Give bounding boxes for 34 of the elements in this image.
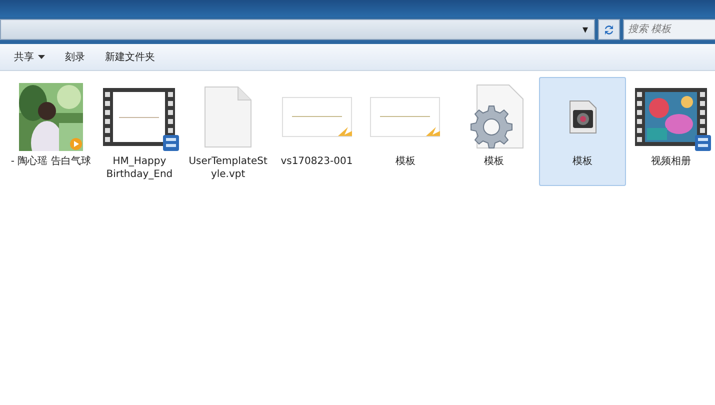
file-name: HM_Happy Birthday_End bbox=[105, 155, 174, 181]
file-item[interactable]: 视频相册 bbox=[627, 77, 715, 186]
toolbar-button[interactable]: 新建文件夹 bbox=[97, 47, 163, 67]
caret-icon bbox=[38, 55, 45, 59]
blank-document-icon bbox=[204, 86, 252, 148]
file-item[interactable]: vs170823-001 bbox=[272, 77, 360, 186]
toolbar-button[interactable]: 刻录 bbox=[57, 47, 93, 67]
file-name: 视频相册 bbox=[650, 155, 692, 168]
file-item[interactable]: UserTemplateStyle.vpt bbox=[184, 77, 272, 186]
video-badge-icon bbox=[163, 135, 180, 151]
slide-thumbnail-icon bbox=[282, 97, 352, 137]
toolbar-button[interactable]: 共享 bbox=[6, 47, 53, 67]
file-item[interactable]: 模板 bbox=[538, 77, 626, 186]
dropdown-button[interactable]: ▾ bbox=[576, 23, 594, 36]
file-item[interactable]: - 陶心瑶 告白气球 bbox=[7, 77, 95, 186]
file-name: vs170823-001 bbox=[280, 155, 354, 168]
file-item[interactable]: HM_Happy Birthday_End bbox=[96, 77, 184, 186]
file-name: UserTemplateStyle.vpt bbox=[188, 155, 268, 181]
file-item[interactable]: 模板 bbox=[450, 77, 538, 186]
video-badge-icon bbox=[695, 135, 712, 151]
media-badge-icon bbox=[68, 137, 83, 151]
refresh-icon bbox=[603, 24, 615, 36]
refresh-button[interactable] bbox=[598, 19, 620, 40]
search-field[interactable]: 搜索 模板 bbox=[623, 19, 715, 40]
file-name: 模板 bbox=[572, 155, 594, 168]
film-icon bbox=[103, 88, 176, 146]
slide-thumbnail-icon bbox=[370, 97, 440, 137]
media-file-icon bbox=[568, 100, 597, 134]
film-icon bbox=[635, 88, 708, 146]
file-name: 模板 bbox=[394, 155, 416, 168]
address-field[interactable]: ▾ bbox=[0, 19, 595, 40]
file-item[interactable]: 模板 bbox=[362, 77, 450, 186]
file-name: 模板 bbox=[482, 155, 505, 168]
file-name: - 陶心瑶 告白气球 bbox=[10, 155, 92, 168]
